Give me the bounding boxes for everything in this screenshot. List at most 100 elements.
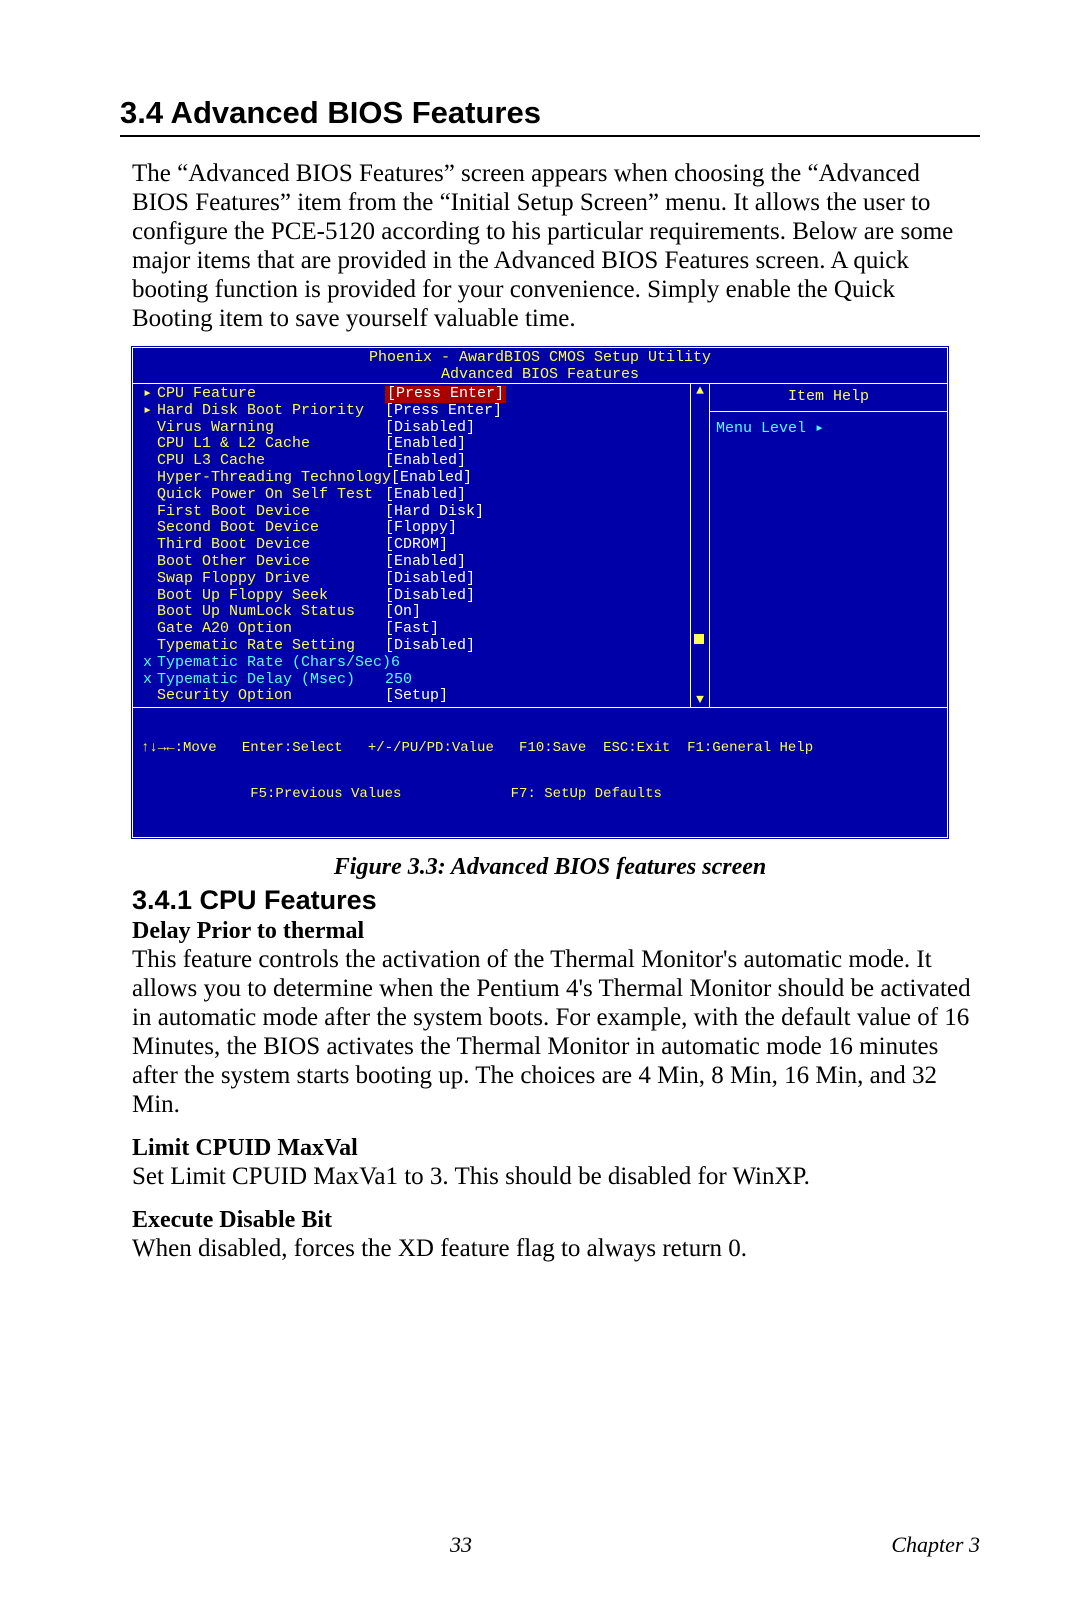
bios-scrollbar[interactable]: ▲ ▼ (690, 384, 709, 707)
row-marker-icon (143, 487, 157, 504)
page-number: 33 (450, 1532, 472, 1558)
feature-heading: Limit CPUID MaxVal (132, 1135, 980, 1162)
row-label: CPU Feature (157, 386, 385, 403)
bios-row[interactable]: CPU L1 & L2 Cache[Enabled] (143, 436, 684, 453)
row-marker-icon (143, 588, 157, 605)
row-label: Quick Power On Self Test (157, 487, 385, 504)
bios-row[interactable]: Boot Up Floppy Seek[Disabled] (143, 588, 684, 605)
feature-body: When disabled, forces the XD feature fla… (132, 1234, 980, 1263)
bios-row[interactable]: Boot Other Device[Enabled] (143, 554, 684, 571)
row-marker-icon (143, 571, 157, 588)
bios-row[interactable]: Hyper-Threading Technology[Enabled] (143, 470, 684, 487)
row-value[interactable]: 250 (385, 672, 412, 689)
figure-caption: Figure 3.3: Advanced BIOS features scree… (120, 854, 980, 881)
scroll-up-icon[interactable]: ▲ (691, 384, 709, 398)
row-label: CPU L1 & L2 Cache (157, 436, 385, 453)
feature-body: Set Limit CPUID MaxVa1 to 3. This should… (132, 1162, 980, 1191)
row-label: Third Boot Device (157, 537, 385, 554)
intro-paragraph: The “Advanced BIOS Features” screen appe… (132, 159, 980, 333)
row-label: First Boot Device (157, 504, 385, 521)
row-marker-icon (143, 554, 157, 571)
row-value[interactable]: [Press Enter] (385, 386, 506, 403)
row-label: Hard Disk Boot Priority (157, 403, 385, 420)
row-label: CPU L3 Cache (157, 453, 385, 470)
row-marker-icon (143, 504, 157, 521)
row-marker-icon (143, 537, 157, 554)
bios-title-line1: Phoenix - AwardBIOS CMOS Setup Utility (133, 350, 947, 367)
help-title: Item Help (716, 388, 941, 405)
row-value[interactable]: [Enabled] (385, 436, 466, 453)
row-marker-icon: ▸ (143, 403, 157, 420)
bios-settings-panel: ▸CPU Feature[Press Enter]▸Hard Disk Boot… (133, 384, 690, 707)
row-value[interactable]: [Disabled] (385, 420, 475, 437)
menu-level: Menu Level ▸ (716, 418, 941, 437)
row-label: Virus Warning (157, 420, 385, 437)
row-marker-icon (143, 436, 157, 453)
row-label: Typematic Delay (Msec) (157, 672, 385, 689)
row-label: Typematic Rate Setting (157, 638, 385, 655)
row-value[interactable]: [Press Enter] (385, 403, 502, 420)
row-marker-icon (143, 604, 157, 621)
bios-footer-line1: ↑↓→←:Move Enter:Select +/-/PU/PD:Value F… (141, 741, 939, 756)
feature-heading: Execute Disable Bit (132, 1207, 980, 1234)
scroll-thumb[interactable] (694, 634, 704, 644)
feature-body: This feature controls the activation of … (132, 945, 980, 1119)
row-value[interactable]: [Fast] (385, 621, 439, 638)
row-value[interactable]: [Setup] (385, 688, 448, 705)
subsection-title: 3.4.1 CPU Features (132, 885, 980, 916)
feature-heading: Delay Prior to thermal (132, 918, 980, 945)
row-label: Second Boot Device (157, 520, 385, 537)
bios-help-panel: Item Help Menu Level ▸ (709, 384, 947, 707)
row-label: Gate A20 Option (157, 621, 385, 638)
scroll-down-icon[interactable]: ▼ (691, 693, 709, 707)
row-marker-icon (143, 420, 157, 437)
bios-row[interactable]: Swap Floppy Drive[Disabled] (143, 571, 684, 588)
row-marker-icon (143, 638, 157, 655)
row-marker-icon (143, 453, 157, 470)
row-value[interactable]: [Hard Disk] (385, 504, 484, 521)
row-marker-icon (143, 621, 157, 638)
row-marker-icon (143, 520, 157, 537)
bios-row[interactable]: xTypematic Delay (Msec)250 (143, 672, 684, 689)
bios-screenshot: Phoenix - AwardBIOS CMOS Setup Utility A… (130, 345, 950, 840)
row-value[interactable]: [Disabled] (385, 588, 475, 605)
row-value[interactable]: [Disabled] (385, 571, 475, 588)
chapter-label: Chapter 3 (891, 1532, 980, 1558)
row-value[interactable]: [Enabled] (385, 453, 466, 470)
row-marker-icon: x (143, 672, 157, 689)
bios-row[interactable]: xTypematic Rate (Chars/Sec)6 (143, 655, 684, 672)
row-value[interactable]: 6 (391, 655, 400, 672)
bios-row[interactable]: Third Boot Device[CDROM] (143, 537, 684, 554)
row-marker-icon (143, 470, 157, 487)
row-value[interactable]: [Enabled] (391, 470, 472, 487)
bios-row[interactable]: Typematic Rate Setting[Disabled] (143, 638, 684, 655)
bios-row[interactable]: Gate A20 Option[Fast] (143, 621, 684, 638)
bios-row[interactable]: ▸CPU Feature[Press Enter] (143, 386, 684, 403)
bios-row[interactable]: First Boot Device[Hard Disk] (143, 504, 684, 521)
row-label: Boot Up Floppy Seek (157, 588, 385, 605)
bios-row[interactable]: Second Boot Device[Floppy] (143, 520, 684, 537)
row-value[interactable]: [Enabled] (385, 487, 466, 504)
row-value[interactable]: [Disabled] (385, 638, 475, 655)
bios-title-line2: Advanced BIOS Features (133, 367, 947, 384)
row-marker-icon: ▸ (143, 386, 157, 403)
bios-row[interactable]: Quick Power On Self Test[Enabled] (143, 487, 684, 504)
bios-row[interactable]: CPU L3 Cache[Enabled] (143, 453, 684, 470)
row-label: Boot Up NumLock Status (157, 604, 385, 621)
bios-row[interactable]: Virus Warning[Disabled] (143, 420, 684, 437)
section-divider (120, 135, 980, 137)
row-label: Swap Floppy Drive (157, 571, 385, 588)
bios-row[interactable]: ▸Hard Disk Boot Priority[Press Enter] (143, 403, 684, 420)
row-label: Boot Other Device (157, 554, 385, 571)
row-value[interactable]: [CDROM] (385, 537, 448, 554)
row-label: Hyper-Threading Technology (157, 470, 391, 487)
row-label: Typematic Rate (Chars/Sec) (157, 655, 391, 672)
section-title: 3.4 Advanced BIOS Features (120, 95, 980, 131)
row-value[interactable]: [On] (385, 604, 421, 621)
bios-row[interactable]: Boot Up NumLock Status[On] (143, 604, 684, 621)
bios-row[interactable]: Security Option[Setup] (143, 688, 684, 705)
row-value[interactable]: [Enabled] (385, 554, 466, 571)
row-marker-icon (143, 688, 157, 705)
row-marker-icon: x (143, 655, 157, 672)
row-value[interactable]: [Floppy] (385, 520, 457, 537)
